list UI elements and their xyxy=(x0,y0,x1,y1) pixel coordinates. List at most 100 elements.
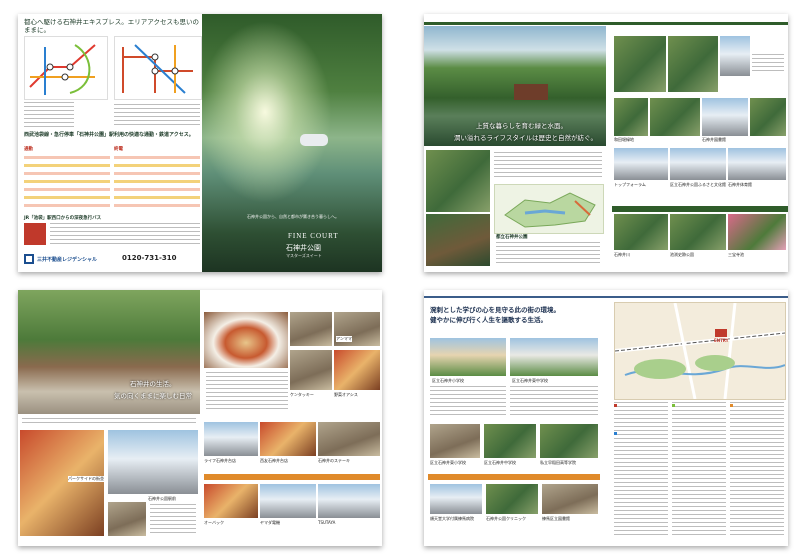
school-photo-4 xyxy=(484,424,536,458)
photo-garden xyxy=(668,36,718,92)
park-area-map xyxy=(494,184,604,234)
lifestyle-text xyxy=(22,418,196,426)
caption-7: 三宝寺池 xyxy=(728,252,744,258)
area-map: ENTRY xyxy=(614,302,786,400)
caption-1: 石神井図書館 xyxy=(702,137,726,143)
commute-table-label: 通勤 xyxy=(24,147,33,152)
school-photo-2 xyxy=(510,338,598,376)
map-entry-label: ENTRY xyxy=(714,338,729,343)
photo-shiseki xyxy=(670,214,726,250)
interior-photo xyxy=(290,350,332,390)
cover-photo: 石神井公園から、自然と都市が響き合う暮らしへ。 FINE COURT 石神井公園… xyxy=(202,14,382,272)
photo-library xyxy=(702,98,748,136)
lasttrain-table-label: 終電 xyxy=(114,147,123,152)
produce-photo xyxy=(334,350,380,390)
street-photo: 石神井の生活。 気の向くままに楽しむ日常 xyxy=(18,290,200,414)
life-store-photo xyxy=(204,422,258,456)
route-notes xyxy=(114,104,200,128)
shopping-strip: 周辺・生活便利なショッピングスポット xyxy=(204,474,380,490)
caption-anmama: アンママ xyxy=(336,336,352,342)
plaza-text xyxy=(150,504,196,534)
park-label: 都立石神井公園 xyxy=(496,235,528,240)
seasons-strip: 四季をまとう石神井の公園・緑地 xyxy=(612,206,788,222)
property-logo: FINE COURT xyxy=(288,232,339,240)
caption-tsutaya: TSUTAYA xyxy=(318,520,336,525)
library-photo xyxy=(542,484,598,514)
caption-2: トップフォーラム xyxy=(614,182,646,188)
boardwalk-photo xyxy=(426,214,490,266)
forest-photo xyxy=(426,150,490,212)
caption-school-3: 区立石神井東小学校 xyxy=(430,460,466,466)
caption-steak: 石神井のステーキ xyxy=(318,458,350,464)
brochure-spread-education: 溌剌とした学びの心を見守る此の街の環境。 健やかに伸び行く人生を謳歌する生活。 … xyxy=(424,290,788,546)
pond-description xyxy=(494,152,602,180)
facility-list xyxy=(614,402,784,540)
tower-photo xyxy=(108,430,198,494)
photo-building xyxy=(720,36,750,76)
access-section-title: 西武池袋線・急行停車「石神井公園」駅利用の快適な通勤・鉄道アクセス。 xyxy=(24,132,194,138)
brochure-spread-nature: 上質な暮らしを育む緑と水面。 潤い溢れるライフスタイルは歴史と自然が紡ぐ。 都立… xyxy=(424,14,788,272)
photo-forum xyxy=(614,148,668,180)
property-name: 石神井公園 xyxy=(286,244,321,252)
school-text-2 xyxy=(510,386,598,416)
photo-museum xyxy=(670,148,726,180)
route-map-right xyxy=(114,36,202,100)
swan-boat xyxy=(300,134,328,146)
restaurant-text xyxy=(206,372,288,412)
caption-0: 和田堀緑地 xyxy=(614,137,634,143)
photo-river xyxy=(614,214,668,250)
caption-3: 区立石神井公園ふるさと文化館 xyxy=(670,182,726,188)
photo-sanpoji xyxy=(728,214,786,250)
caption-library: 練馬区立図書館 xyxy=(542,516,570,522)
school-photo-3 xyxy=(430,424,480,458)
medical-strip: 生活を支える教育・医療施設 xyxy=(428,474,600,490)
park-description xyxy=(496,242,600,266)
clinic-photo xyxy=(486,484,538,514)
lasttrain-table xyxy=(114,154,200,212)
caption-kentucky: ケンタッキー xyxy=(290,392,314,398)
caption-6: 池渕史跡公園 xyxy=(670,252,694,258)
seiyu-photo xyxy=(260,422,316,456)
obak-photo xyxy=(204,484,258,518)
hospital-photo xyxy=(430,484,482,514)
education-headline-1: 溌剌とした学びの心を見守る此の街の環境。 xyxy=(430,306,560,314)
education-headline-2: 健やかに伸び行く人生を謳歌する生活。 xyxy=(430,316,547,324)
plaza-photo xyxy=(108,502,146,536)
route-map-left xyxy=(24,36,108,100)
caption-hospital: 順天堂大学付属練馬病院 xyxy=(430,516,474,522)
lifestyle-copy-1: 石神井の生活。 xyxy=(130,380,176,388)
school-text-1 xyxy=(430,386,506,416)
commute-table xyxy=(24,154,110,212)
shopping-street-photo xyxy=(20,430,104,536)
caption-seiyu: 西友石神井台店 xyxy=(260,458,288,464)
cover-copy: 石神井公園から、自然と都市が響き合う暮らしへ。 xyxy=(247,214,339,219)
pasta-photo xyxy=(204,312,288,368)
developer-name: 三井不動産レジデンシャル xyxy=(37,256,98,263)
photo-trees xyxy=(614,36,666,92)
school-photo-5 xyxy=(540,424,598,458)
caption-clinic: 石神井公園クリニック xyxy=(486,516,526,522)
nature-copy-1: 上質な暮らしを育む緑と水面。 xyxy=(476,122,567,130)
pavilion xyxy=(514,84,548,100)
night-bus-timetable xyxy=(50,223,200,245)
yamada-photo xyxy=(260,484,316,518)
developer-logo: 三井不動産レジデンシャル xyxy=(24,254,97,264)
steak-photo xyxy=(318,422,380,456)
caption-street: パークサイドの街並 xyxy=(68,476,104,482)
caption-school-1: 区立石神井小学校 xyxy=(432,378,464,384)
photo-wada xyxy=(614,98,648,136)
top-rule xyxy=(424,22,788,25)
caption-school-2: 区立石神井東中学校 xyxy=(512,378,548,384)
nature-copy-2: 潤い溢れるライフスタイルは歴史と自然が紡ぐ。 xyxy=(454,134,597,142)
sales-phone[interactable]: 0120-731-310 xyxy=(122,254,177,262)
caption-5: 石神井川 xyxy=(614,252,630,258)
brochure-spread-access: 都心へ駆ける石神井エキスプレス。エリアアクセスも思いのままに。 西武池袋線・急行… xyxy=(18,14,382,272)
night-bus-badge xyxy=(24,223,46,245)
caption-school-5: 私立早稲田高等学院 xyxy=(540,460,576,466)
property-subname: マスターズスイート xyxy=(286,253,322,258)
photo-gym xyxy=(728,148,786,180)
school-photo-1 xyxy=(430,338,506,376)
photo-corner xyxy=(750,98,786,136)
caption-school-4: 区立石神井中学校 xyxy=(484,460,516,466)
caption-station: 石神井公園駅前 xyxy=(148,496,176,502)
